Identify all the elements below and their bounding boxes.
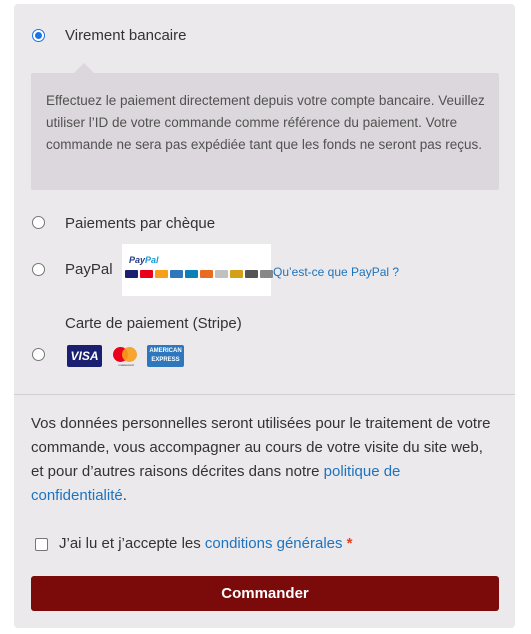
radio-stripe[interactable]	[32, 348, 45, 361]
bank-transfer-description: Effectuez le paiement directement depuis…	[31, 73, 499, 190]
amex-icon: AMERICAN EXPRESS	[147, 345, 184, 367]
mini-card-icon	[230, 270, 243, 278]
mini-amex-icon	[170, 270, 183, 278]
stripe-label[interactable]: Carte de paiement (Stripe)	[65, 315, 242, 332]
mini-card-icon	[215, 270, 228, 278]
cheque-label[interactable]: Paiements par chèque	[65, 215, 215, 232]
bank-transfer-description-text: Effectuez le paiement directement depuis…	[46, 93, 485, 152]
paypal-card-marks	[125, 268, 273, 280]
mini-card-icon	[185, 270, 198, 278]
paypal-label[interactable]: PayPal	[65, 261, 113, 278]
paypal-acceptance-mark: PayPal	[122, 244, 273, 296]
paypal-logo-icon: PayPal	[129, 255, 159, 265]
what-is-paypal-link[interactable]: Qu’est-ce que PayPal ?	[273, 265, 399, 279]
mini-discover-icon	[200, 270, 213, 278]
mini-maestro-icon	[155, 270, 168, 278]
radio-paypal[interactable]	[32, 263, 45, 276]
terms-link[interactable]: conditions générales	[205, 535, 343, 552]
mini-card-icon	[245, 270, 258, 278]
privacy-notice: Vos données personnelles seront utilisée…	[31, 415, 491, 504]
mini-card-icon	[260, 270, 273, 278]
mastercard-icon: mastercard	[111, 345, 141, 367]
radio-cheque[interactable]	[32, 216, 45, 229]
required-mark: *	[346, 535, 353, 552]
payment-panel: Virement bancaire Effectuez le paiement …	[14, 4, 515, 628]
place-order-button[interactable]: Commander	[31, 576, 499, 611]
payment-methods-list: Virement bancaire Effectuez le paiement …	[14, 4, 515, 394]
mini-mastercard-icon	[140, 270, 153, 278]
bank-transfer-label[interactable]: Virement bancaire	[65, 27, 186, 44]
visa-icon: VISA	[67, 345, 102, 367]
radio-bank-transfer[interactable]	[32, 29, 45, 42]
mini-visa-icon	[125, 270, 138, 278]
description-arrow	[74, 63, 94, 73]
terms-label[interactable]: J’ai lu et j’accepte les conditions géné…	[59, 535, 353, 552]
section-divider	[14, 394, 515, 395]
terms-checkbox[interactable]	[35, 538, 48, 551]
